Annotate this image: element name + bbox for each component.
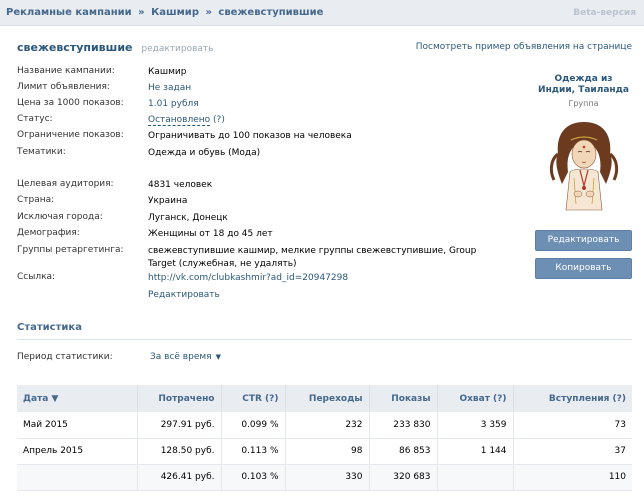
prop-label: Группы ретаргетинга: bbox=[17, 245, 124, 255]
limit-link[interactable]: Не задан bbox=[148, 82, 488, 95]
breadcrumb-campaign-link[interactable]: Кашмир bbox=[151, 7, 199, 18]
cell-impressions: 86 853 bbox=[369, 438, 438, 465]
breadcrumb-campaigns-link[interactable]: Рекламные кампании bbox=[6, 7, 132, 18]
prop-label: Тематики: bbox=[17, 147, 66, 157]
col-ctr[interactable]: CTR (?) bbox=[221, 385, 286, 412]
edit-ad-link[interactable]: Редактировать bbox=[148, 289, 488, 302]
cell-impressions: 320 683 bbox=[369, 464, 438, 491]
prop-value: 4831 человек bbox=[148, 180, 213, 190]
col-date[interactable]: Дата ▼ bbox=[17, 385, 138, 412]
prop-value: Одежда и обувь (Мода) bbox=[148, 148, 261, 158]
cell-clicks: 330 bbox=[285, 464, 370, 491]
period-dropdown[interactable]: За всё время ▼ bbox=[150, 352, 221, 362]
edit-name-link[interactable]: редактировать bbox=[141, 44, 213, 54]
cell-reach: 3 359 bbox=[437, 412, 514, 439]
prop-label: Ссылка: bbox=[17, 272, 56, 282]
prop-value: свежевступившие кашмир, мелкие группы св… bbox=[148, 246, 477, 269]
stats-table: Дата ▼ Потрачено CTR (?) Переходы Показы… bbox=[17, 385, 632, 491]
col-impressions[interactable]: Показы bbox=[369, 385, 438, 412]
cell-ctr: 0.113 % bbox=[221, 438, 286, 465]
cell-reach bbox=[437, 464, 514, 491]
prop-value: Ограничивать до 100 показов на человека bbox=[148, 131, 352, 141]
top-bar: Рекламные кампании » Кашмир » свежевступ… bbox=[0, 0, 644, 26]
cell-date: Апрель 2015 bbox=[17, 438, 138, 465]
breadcrumb: Рекламные кампании » Кашмир » свежевступ… bbox=[6, 7, 323, 18]
cell-date: Май 2015 bbox=[17, 412, 138, 439]
cell-reach: 1 144 bbox=[437, 438, 514, 465]
table-row: Апрель 2015 128.50 руб. 0.113 % 98 86 85… bbox=[17, 438, 632, 465]
cell-ctr: 0.103 % bbox=[221, 464, 286, 491]
cell-clicks: 98 bbox=[285, 438, 370, 465]
period-value: За всё время bbox=[150, 352, 212, 362]
col-joins[interactable]: Вступления (?) bbox=[513, 385, 632, 412]
breadcrumb-separator: » bbox=[205, 7, 212, 18]
ad-header: свежевступившие редактировать Посмотреть… bbox=[17, 41, 632, 55]
prop-value: Луганск, Донецк bbox=[148, 213, 228, 223]
price-link[interactable]: 1.01 рубля bbox=[148, 98, 488, 111]
cell-spent: 297.91 руб. bbox=[137, 412, 222, 439]
stats-title: Статистика bbox=[17, 322, 632, 340]
breadcrumb-current: свежевступившие bbox=[218, 7, 324, 18]
prop-value: Женщины от 18 до 45 лет bbox=[148, 229, 273, 239]
ad-preview[interactable]: Одежда из Индии, Таиланда Группа bbox=[535, 74, 632, 214]
beta-label: Beta-версия bbox=[573, 7, 636, 18]
prop-label: Ограничение показов: bbox=[17, 130, 124, 140]
prop-label: Демография: bbox=[17, 228, 80, 238]
prop-label: Статус: bbox=[17, 114, 53, 124]
cell-joins: 73 bbox=[513, 412, 632, 439]
cell-clicks: 232 bbox=[285, 412, 370, 439]
table-row: Май 2015 297.91 руб. 0.099 % 232 233 830… bbox=[17, 412, 632, 439]
status-toggle[interactable]: Остановлено bbox=[148, 115, 211, 126]
status-help[interactable]: (?) bbox=[213, 115, 225, 125]
status-value: Остановлено (?) bbox=[148, 114, 488, 127]
cell-joins: 37 bbox=[513, 438, 632, 465]
col-spent[interactable]: Потрачено bbox=[137, 385, 222, 412]
prop-label: Исключая города: bbox=[17, 212, 103, 222]
cell-spent: 128.50 руб. bbox=[137, 438, 222, 465]
breadcrumb-separator: » bbox=[138, 7, 145, 18]
ad-preview-title[interactable]: Одежда из Индии, Таиланда bbox=[535, 74, 632, 96]
prop-value: Украина bbox=[148, 196, 188, 206]
prop-value: Кашмир bbox=[148, 67, 187, 77]
caret-down-icon: ▼ bbox=[215, 353, 221, 361]
edit-button[interactable]: Редактировать bbox=[535, 230, 632, 251]
cell-date bbox=[17, 464, 138, 491]
col-reach[interactable]: Охват (?) bbox=[437, 385, 514, 412]
cell-joins: 110 bbox=[513, 464, 632, 491]
ad-target-link[interactable]: http://vk.com/clubkashmir?ad_id=20947298 bbox=[148, 272, 488, 285]
prop-label: Название кампании: bbox=[17, 66, 115, 76]
prop-label: Страна: bbox=[17, 195, 55, 205]
col-clicks[interactable]: Переходы bbox=[285, 385, 370, 412]
ad-name: свежевступившие bbox=[17, 41, 133, 54]
stats-header-row: Дата ▼ Потрачено CTR (?) Переходы Показы… bbox=[17, 385, 632, 412]
cell-ctr: 0.099 % bbox=[221, 412, 286, 439]
prop-label: Целевая аудитория: bbox=[17, 179, 114, 189]
girl-illustration-icon[interactable] bbox=[543, 114, 624, 214]
period-label: Период статистики: bbox=[17, 352, 113, 362]
ad-preview-subtitle: Группа bbox=[568, 99, 599, 108]
cell-impressions: 233 830 bbox=[369, 412, 438, 439]
cell-spent: 426.41 руб. bbox=[137, 464, 222, 491]
copy-button[interactable]: Копировать bbox=[535, 258, 632, 279]
table-total-row: 426.41 руб. 0.103 % 330 320 683 110 bbox=[17, 464, 632, 491]
preview-ad-link[interactable]: Посмотреть пример объявления на странице bbox=[416, 42, 632, 52]
prop-label: Цена за 1000 показов: bbox=[17, 98, 124, 108]
prop-label: Лимит объявления: bbox=[17, 82, 110, 92]
